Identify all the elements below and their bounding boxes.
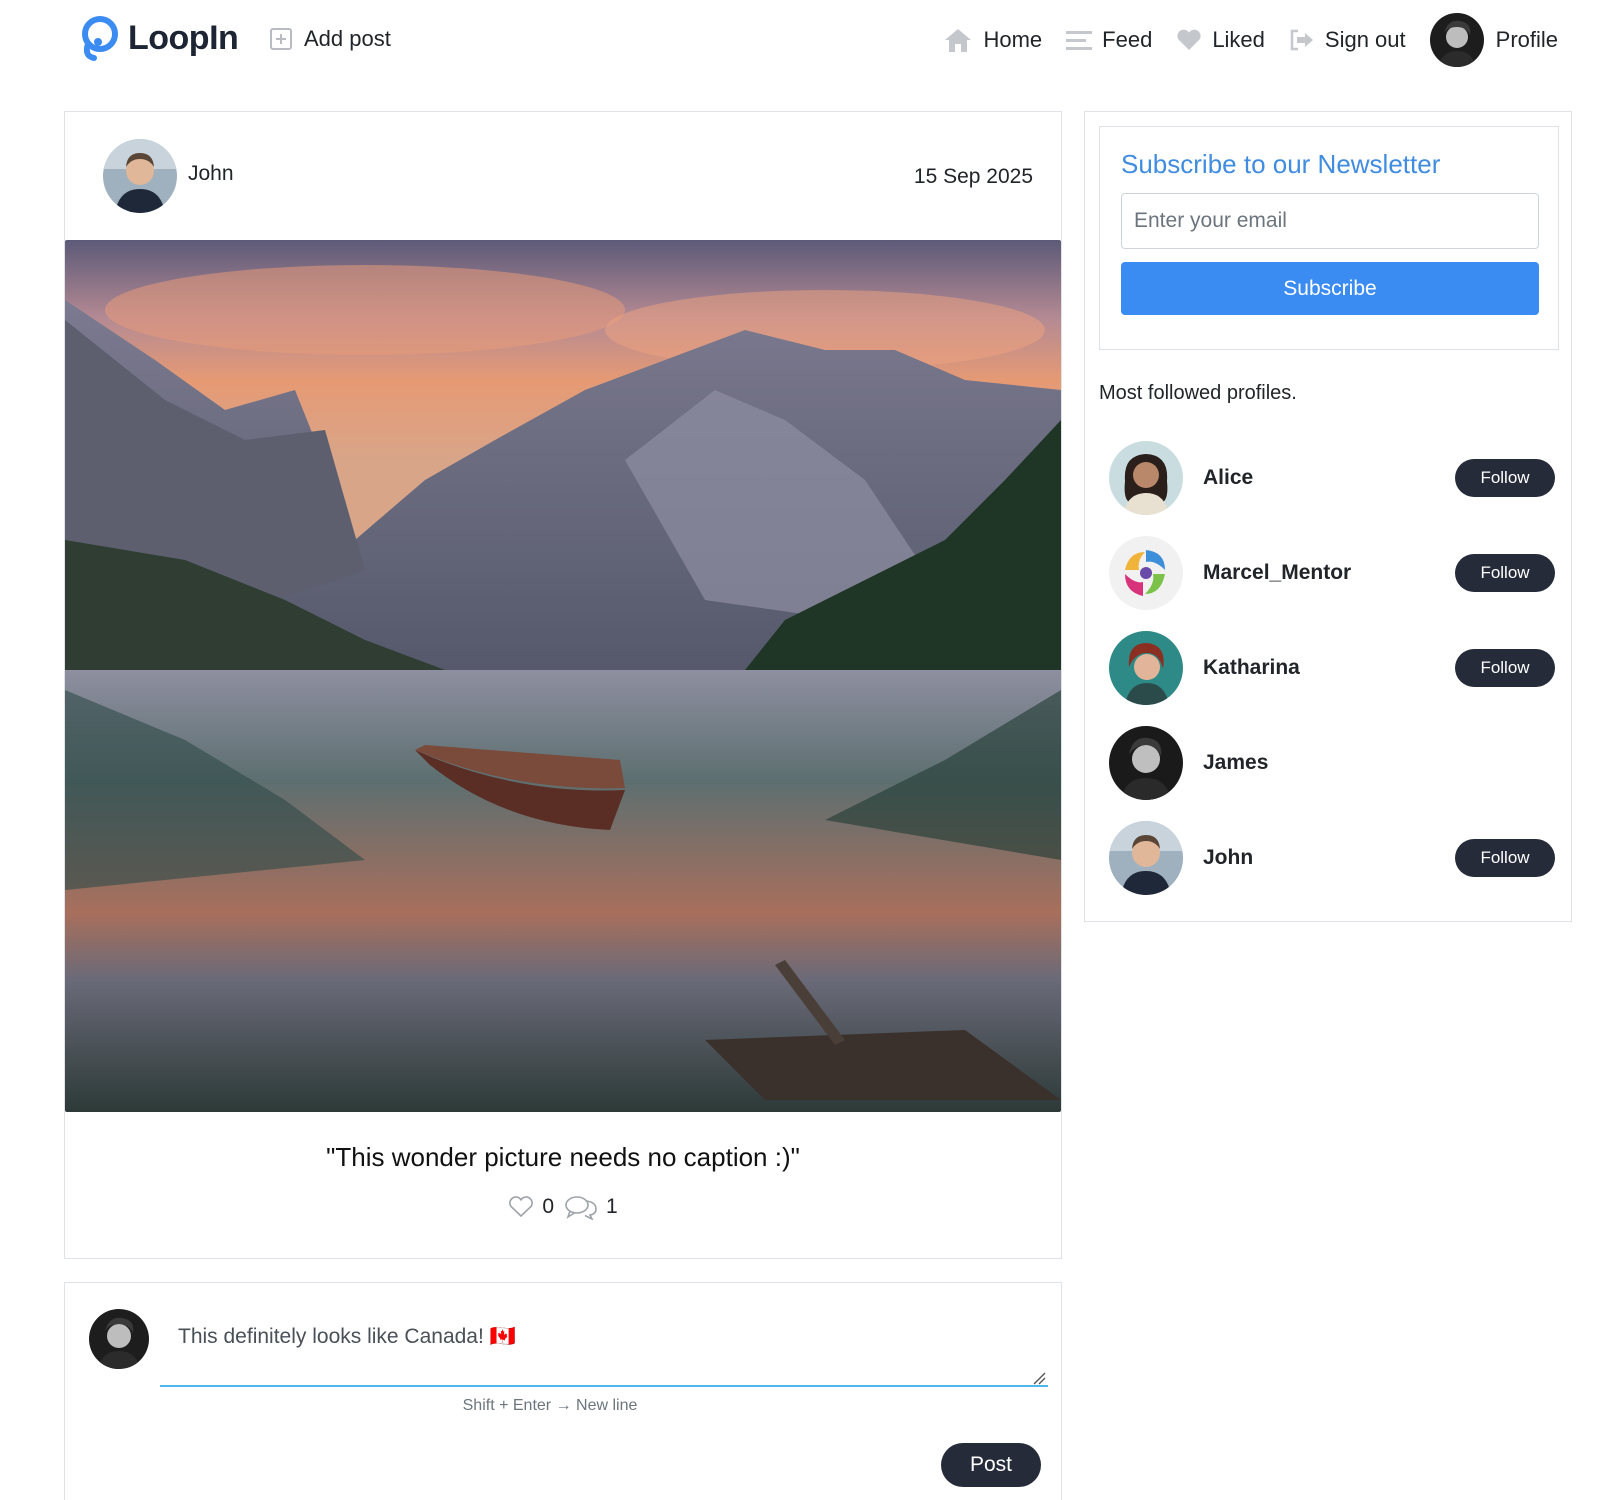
profile-row: Alice Follow bbox=[1109, 430, 1555, 525]
add-post-link[interactable]: Add post bbox=[270, 26, 391, 52]
newsletter-box: Subscribe to our Newsletter Subscribe bbox=[1099, 126, 1559, 350]
navbar: LoopIn Add post Home Feed Liked Sign out… bbox=[0, 0, 1606, 80]
nav-liked-label: Liked bbox=[1212, 27, 1265, 52]
nav-feed-label: Feed bbox=[1102, 27, 1153, 52]
like-button[interactable]: 0 bbox=[508, 1195, 554, 1219]
feed-icon bbox=[1066, 31, 1093, 50]
profile-name[interactable]: Alice bbox=[1203, 466, 1253, 490]
comments-icon bbox=[565, 1196, 597, 1220]
comment-count: 1 bbox=[606, 1195, 618, 1218]
profile-name[interactable]: Katharina bbox=[1203, 656, 1300, 680]
brand-name: LoopIn bbox=[128, 18, 239, 57]
profile-list: Alice Follow Marcel_Mentor Follow Kathar… bbox=[1109, 430, 1555, 905]
nav-links: Home Feed Liked Sign out Profile bbox=[919, 12, 1558, 68]
profile-row: Katharina Follow bbox=[1109, 620, 1555, 715]
post-caption: "This wonder picture needs no caption :)… bbox=[326, 1142, 800, 1172]
most-followed-heading: Most followed profiles. bbox=[1099, 382, 1297, 404]
post-header: John 15 Sep 2025 bbox=[65, 112, 1061, 240]
comment-hint: Shift + Enter → New line bbox=[462, 1397, 638, 1414]
resize-handle-icon[interactable] bbox=[1032, 1371, 1046, 1385]
profile-avatar[interactable] bbox=[1109, 820, 1183, 895]
profile-name[interactable]: John bbox=[1203, 846, 1253, 870]
nav-profile[interactable]: Profile bbox=[1429, 13, 1558, 67]
profile-avatar[interactable] bbox=[1109, 725, 1183, 800]
nav-liked[interactable]: Liked bbox=[1176, 27, 1265, 53]
profile-row: James bbox=[1109, 715, 1555, 810]
nav-sign-out-label: Sign out bbox=[1324, 27, 1406, 52]
post-image bbox=[65, 240, 1061, 1112]
newsletter-title: Subscribe to our Newsletter bbox=[1121, 149, 1441, 179]
profile-avatar[interactable] bbox=[1109, 535, 1183, 610]
heart-outline-icon bbox=[509, 1196, 534, 1218]
comment-composer: Shift + Enter → New line Post bbox=[64, 1282, 1062, 1500]
heart-icon bbox=[1177, 29, 1201, 50]
comment-input[interactable] bbox=[160, 1307, 1048, 1387]
comments-button[interactable]: 1 bbox=[564, 1194, 618, 1220]
post-author-name[interactable]: John bbox=[188, 162, 234, 186]
add-post-icon bbox=[270, 28, 292, 50]
profile-avatar[interactable] bbox=[1109, 630, 1183, 705]
sign-out-icon bbox=[1290, 29, 1313, 51]
nav-profile-label: Profile bbox=[1495, 27, 1558, 52]
follow-button[interactable]: Follow bbox=[1455, 838, 1555, 877]
nav-home-label: Home bbox=[983, 27, 1043, 52]
user-avatar bbox=[1429, 13, 1484, 67]
loop-logo-icon bbox=[82, 16, 118, 61]
subscribe-button[interactable]: Subscribe bbox=[1121, 262, 1539, 315]
follow-button[interactable]: Follow bbox=[1455, 648, 1555, 687]
post-date: 15 Sep 2025 bbox=[913, 165, 1033, 188]
post-author-avatar[interactable] bbox=[103, 139, 177, 213]
nav-feed[interactable]: Feed bbox=[1066, 27, 1152, 53]
post-stats: 0 1 bbox=[65, 1194, 1061, 1220]
commenter-avatar bbox=[89, 1309, 149, 1369]
profile-row: Marcel_Mentor Follow bbox=[1109, 525, 1555, 620]
post-comment-button[interactable]: Post bbox=[941, 1443, 1041, 1487]
email-input[interactable] bbox=[1121, 193, 1539, 249]
profile-name[interactable]: James bbox=[1203, 751, 1268, 775]
profile-name[interactable]: Marcel_Mentor bbox=[1203, 561, 1351, 585]
profile-row: John Follow bbox=[1109, 810, 1555, 905]
post-card: John 15 Sep 2025 "This wonder picture ne… bbox=[64, 111, 1062, 1259]
like-count: 0 bbox=[542, 1195, 554, 1218]
brand[interactable]: LoopIn bbox=[78, 14, 239, 62]
follow-button[interactable]: Follow bbox=[1455, 458, 1555, 497]
home-icon bbox=[945, 29, 972, 52]
follow-button[interactable]: Follow bbox=[1455, 553, 1555, 592]
add-post-label: Add post bbox=[304, 26, 391, 51]
nav-sign-out[interactable]: Sign out bbox=[1289, 27, 1406, 53]
profile-avatar[interactable] bbox=[1109, 440, 1183, 515]
nav-home[interactable]: Home bbox=[943, 27, 1042, 53]
sidebar: Subscribe to our Newsletter Subscribe Mo… bbox=[1084, 111, 1572, 922]
